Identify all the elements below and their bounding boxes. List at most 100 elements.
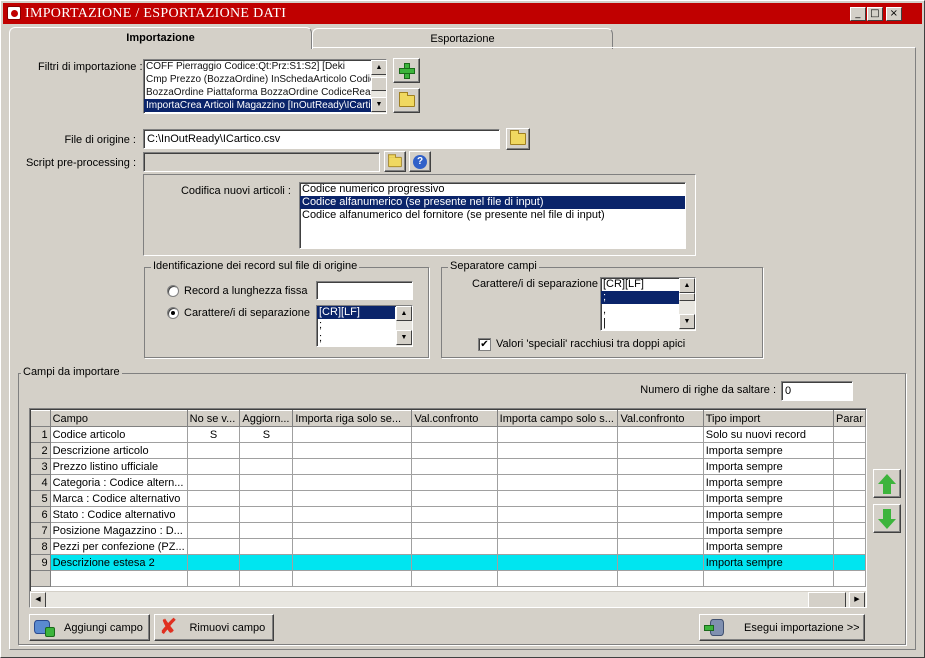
cell[interactable] [292, 490, 413, 507]
scroll-thumb[interactable] [371, 77, 386, 91]
cell[interactable] [292, 522, 413, 539]
campo-cell[interactable]: Pezzi per confezione (PZ... [50, 538, 188, 555]
tipo-cell[interactable]: Solo su nuovi record [703, 426, 835, 443]
filters-scrollbar[interactable]: ▲ ▼ [371, 60, 386, 113]
filters-list[interactable]: COFF Pierraggio Codice:Qt:Prz:S1:S2] [De… [143, 59, 387, 114]
aggiorna-cell[interactable] [239, 538, 294, 555]
move-up-button[interactable] [873, 469, 901, 498]
file-origin-input[interactable]: C:\InOutReady\ICartico.csv [143, 129, 500, 149]
cell[interactable] [411, 538, 498, 555]
cell[interactable] [292, 570, 413, 587]
col-header[interactable]: Importa riga solo se... [292, 410, 413, 427]
tab-importazione[interactable]: Importazione [9, 27, 312, 49]
cell[interactable] [411, 458, 498, 475]
cell[interactable] [497, 554, 619, 571]
list-item[interactable]: COFF Pierraggio Codice:Qt:Prz:S1:S2] [De… [144, 60, 386, 73]
aggiorna-cell[interactable] [239, 554, 294, 571]
campo-cell[interactable]: Codice articolo [50, 426, 188, 443]
tipo-cell[interactable]: Importa sempre [703, 474, 835, 491]
cell[interactable] [292, 506, 413, 523]
aggiorna-cell[interactable] [239, 442, 294, 459]
cell[interactable] [833, 554, 866, 571]
scroll-up-icon[interactable]: ▲ [396, 306, 412, 321]
table-row[interactable]: 5 Marca : Codice alternativo Importa sempr… [31, 490, 866, 507]
nosev-cell[interactable] [187, 522, 241, 539]
record-separator-scrollbar[interactable]: ▲ ▼ [396, 306, 412, 346]
cell[interactable] [292, 474, 413, 491]
maximize-button[interactable]: □ [867, 7, 883, 21]
list-item[interactable]: ; [601, 291, 679, 304]
cell[interactable] [187, 570, 241, 587]
add-filter-button[interactable] [393, 58, 420, 83]
table-row[interactable]: 3 Prezzo listino ufficiale Importa sempre [31, 458, 866, 475]
aggiorna-cell[interactable] [239, 458, 294, 475]
add-field-button[interactable]: Aggiungi campo [29, 614, 150, 641]
help-button[interactable]: ? [409, 151, 431, 172]
cell[interactable] [292, 458, 413, 475]
cell[interactable] [617, 506, 704, 523]
list-item[interactable]: ImportaCrea Articoli Magazzino [InOutRea… [144, 99, 386, 112]
cell[interactable] [833, 570, 866, 587]
table-row[interactable]: 8 Pezzi per confezione (PZ... Importa semp… [31, 538, 866, 555]
cell[interactable] [497, 522, 619, 539]
tipo-cell[interactable]: Importa sempre [703, 538, 835, 555]
cell[interactable] [617, 538, 704, 555]
nosev-cell[interactable] [187, 506, 241, 523]
cell[interactable] [411, 522, 498, 539]
campo-cell[interactable]: Prezzo listino ufficiale [50, 458, 188, 475]
cell[interactable] [833, 490, 866, 507]
col-header[interactable]: Parar [833, 410, 866, 427]
tipo-cell[interactable]: Importa sempre [703, 490, 835, 507]
nosev-cell[interactable] [187, 474, 241, 491]
table-row-new[interactable] [31, 570, 866, 587]
col-header[interactable]: Val.confronto [411, 410, 498, 427]
fields-grid[interactable]: Campo No se v... Aggiorn... Importa riga… [29, 408, 867, 608]
field-separator-list[interactable]: [CR][LF] ; , | ▲ ▼ [600, 277, 696, 331]
cell[interactable] [411, 442, 498, 459]
cell[interactable] [497, 426, 619, 443]
campo-cell[interactable]: Marca : Codice alternativo [50, 490, 188, 507]
cell[interactable] [833, 506, 866, 523]
cell[interactable] [833, 426, 866, 443]
cell[interactable] [497, 474, 619, 491]
scroll-thumb[interactable] [679, 293, 695, 301]
radio-fixed-length[interactable] [167, 285, 179, 297]
cell[interactable] [617, 442, 704, 459]
run-import-button[interactable]: Esegui importazione >> [699, 614, 865, 641]
field-separator-scrollbar[interactable]: ▲ ▼ [679, 278, 695, 330]
fixed-length-input[interactable] [316, 281, 413, 300]
col-header[interactable]: Val.confronto [617, 410, 704, 427]
browse-script-button[interactable] [384, 151, 406, 172]
cell[interactable] [497, 570, 619, 587]
campo-cell[interactable]: Descrizione estesa 2 [50, 554, 188, 571]
col-header[interactable]: Importa campo solo s... [497, 410, 619, 427]
cell[interactable] [411, 474, 498, 491]
record-separator-list[interactable]: [CR][LF] ; ; ▲ ▼ [316, 305, 413, 347]
nosev-cell[interactable] [187, 554, 241, 571]
cell[interactable] [411, 554, 498, 571]
table-row[interactable]: 7 Posizione Magazzino : D... Importa sempr… [31, 522, 866, 539]
list-item[interactable]: Codice alfanumerico (se presente nel fil… [300, 196, 685, 209]
aggiorna-cell[interactable] [239, 506, 294, 523]
col-header[interactable]: Campo [50, 410, 188, 427]
cell[interactable] [617, 426, 704, 443]
browse-file-button[interactable] [506, 128, 530, 150]
special-values-checkbox[interactable]: ✔ [478, 338, 491, 351]
nosev-cell[interactable] [187, 538, 241, 555]
cell[interactable] [497, 490, 619, 507]
scroll-thumb[interactable] [808, 592, 846, 607]
table-row[interactable]: 1 Codice articolo S S Solo su nuovi record [31, 426, 866, 443]
cell[interactable] [833, 442, 866, 459]
tipo-cell[interactable]: Importa sempre [703, 458, 835, 475]
cell[interactable] [411, 506, 498, 523]
scroll-down-icon[interactable]: ▼ [371, 97, 386, 112]
cell[interactable] [497, 458, 619, 475]
nosev-cell[interactable] [187, 458, 241, 475]
list-item[interactable]: Codice numerico progressivo [300, 183, 685, 196]
cell[interactable] [411, 570, 498, 587]
cell[interactable] [833, 522, 866, 539]
cell[interactable] [617, 474, 704, 491]
minimize-button[interactable]: _ [850, 7, 866, 21]
cell[interactable] [50, 570, 188, 587]
cell[interactable] [833, 538, 866, 555]
